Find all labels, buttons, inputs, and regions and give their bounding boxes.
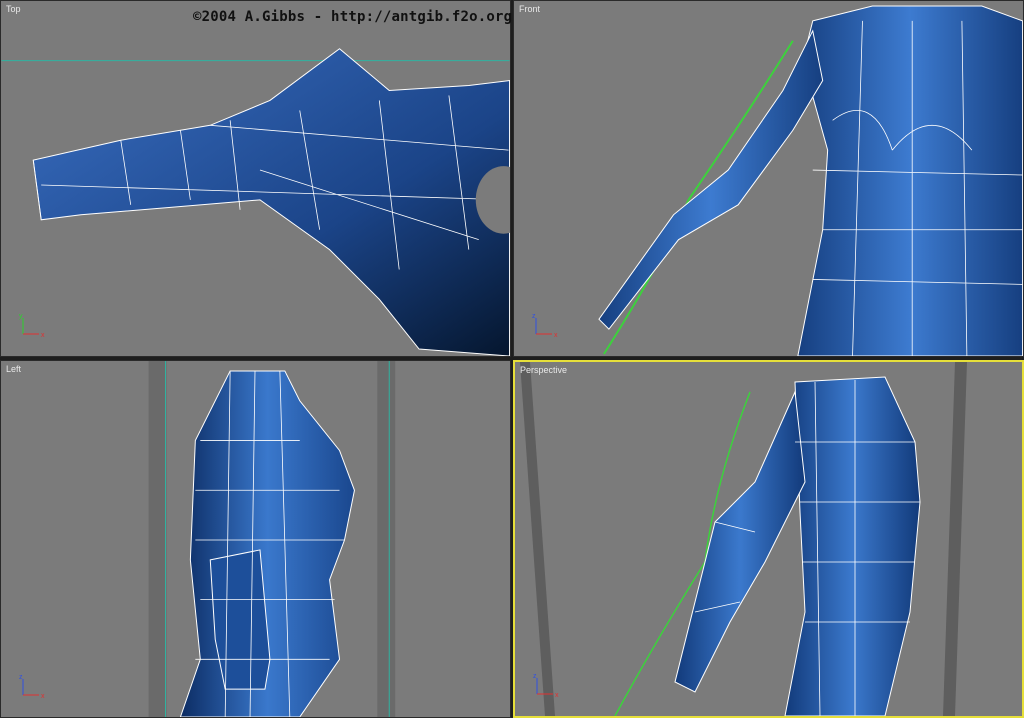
svg-text:x: x: [554, 332, 558, 338]
viewport-label-top[interactable]: Top: [6, 4, 21, 14]
svg-text:z: z: [19, 674, 23, 681]
svg-text:z: z: [533, 673, 537, 680]
viewport-label-front[interactable]: Front: [519, 4, 540, 14]
viewport-left[interactable]: Left zx: [0, 360, 511, 718]
axis-gizmo-icon: zx: [19, 674, 45, 699]
perspective-view-mesh: [520, 362, 967, 716]
svg-text:x: x: [41, 693, 45, 699]
viewport-label-left[interactable]: Left: [6, 364, 21, 374]
axis-gizmo-icon: zx: [532, 313, 558, 338]
front-view-mesh: [598, 5, 1023, 356]
svg-text:y: y: [19, 313, 23, 320]
svg-text:x: x: [555, 692, 559, 698]
axis-gizmo-icon: zx: [533, 673, 559, 698]
viewport-perspective[interactable]: Perspective zx: [513, 360, 1024, 718]
svg-text:z: z: [532, 313, 536, 320]
svg-text:x: x: [41, 332, 45, 338]
left-view-mesh: [148, 361, 396, 717]
axis-gizmo-icon: yx: [19, 313, 45, 338]
viewport-top[interactable]: Top yx: [0, 0, 511, 357]
copyright-text: ©2004 A.Gibbs - http://antgib.f2o.org: [193, 9, 513, 25]
viewport-front[interactable]: Front zx: [513, 0, 1024, 357]
viewport-label-perspective[interactable]: Perspective: [520, 365, 567, 375]
top-view-mesh: [1, 48, 510, 356]
